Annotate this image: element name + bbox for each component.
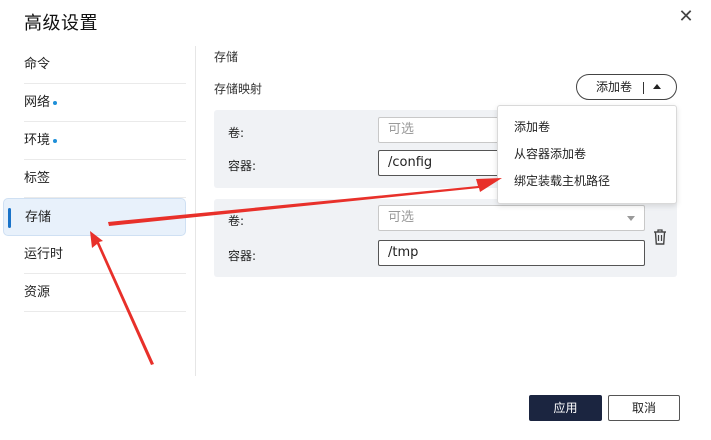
sidebar-item-resources[interactable]: 资源 [24, 274, 186, 312]
storage-mapping-card: 卷: 可选 容器: /tmp [214, 199, 677, 277]
add-volume-menu: 添加卷 从容器添加卷 绑定装载主机路径 [497, 105, 677, 204]
add-volume-button[interactable]: 添加卷 [576, 74, 677, 100]
modified-indicator-dot [53, 100, 58, 105]
sidebar-item-label: 运行时 [24, 247, 64, 262]
apply-button[interactable]: 应用 [529, 395, 602, 421]
menu-item-add-from-container[interactable]: 从容器添加卷 [514, 144, 586, 164]
settings-sidebar: 命令 网络 环境 标签 存储 运行时 资源 [0, 46, 196, 376]
trash-icon[interactable] [652, 228, 668, 246]
cancel-button[interactable]: 取消 [608, 395, 680, 421]
section-title: 存储 [214, 50, 239, 64]
sidebar-item-runtime[interactable]: 运行时 [24, 236, 186, 274]
container-label: 容器: [228, 249, 257, 263]
sidebar-item-label: 命令 [24, 57, 51, 72]
container-path-input[interactable]: /tmp [378, 240, 645, 266]
sidebar-item-storage[interactable]: 存储 [3, 198, 186, 236]
button-divider [643, 82, 644, 94]
container-label: 容器: [228, 159, 257, 173]
caret-up-icon[interactable] [653, 84, 661, 89]
sidebar-item-label: 标签 [24, 171, 51, 186]
sidebar-item-network[interactable]: 网络 [24, 84, 186, 122]
sidebar-item-environment[interactable]: 环境 [24, 122, 186, 160]
volume-select[interactable]: 可选 [378, 205, 645, 231]
dialog-title: 高级设置 [24, 13, 98, 34]
dropdown-arrow-icon [627, 216, 635, 221]
volume-label: 卷: [228, 214, 245, 228]
modified-indicator-dot [53, 138, 58, 143]
sidebar-item-label: 网络 [24, 95, 51, 110]
sidebar-item-label: 存储 [25, 210, 52, 225]
sidebar-item-labels[interactable]: 标签 [24, 160, 186, 198]
volume-placeholder: 可选 [388, 210, 415, 225]
menu-item-add-volume[interactable]: 添加卷 [514, 117, 550, 137]
sidebar-item-label: 资源 [24, 285, 51, 300]
menu-item-bind-host-path[interactable]: 绑定装载主机路径 [514, 171, 610, 191]
close-icon[interactable]: ✕ [677, 6, 695, 28]
storage-mapping-label: 存储映射 [214, 82, 263, 96]
volume-label: 卷: [228, 126, 245, 140]
add-volume-label: 添加卷 [596, 80, 633, 94]
advanced-settings-dialog: 高级设置 ✕ 命令 网络 环境 标签 存储 运行时 资源 存储 存储映射 添加卷 [0, 0, 711, 440]
sidebar-item-label: 环境 [24, 133, 51, 148]
sidebar-item-command[interactable]: 命令 [24, 46, 186, 84]
